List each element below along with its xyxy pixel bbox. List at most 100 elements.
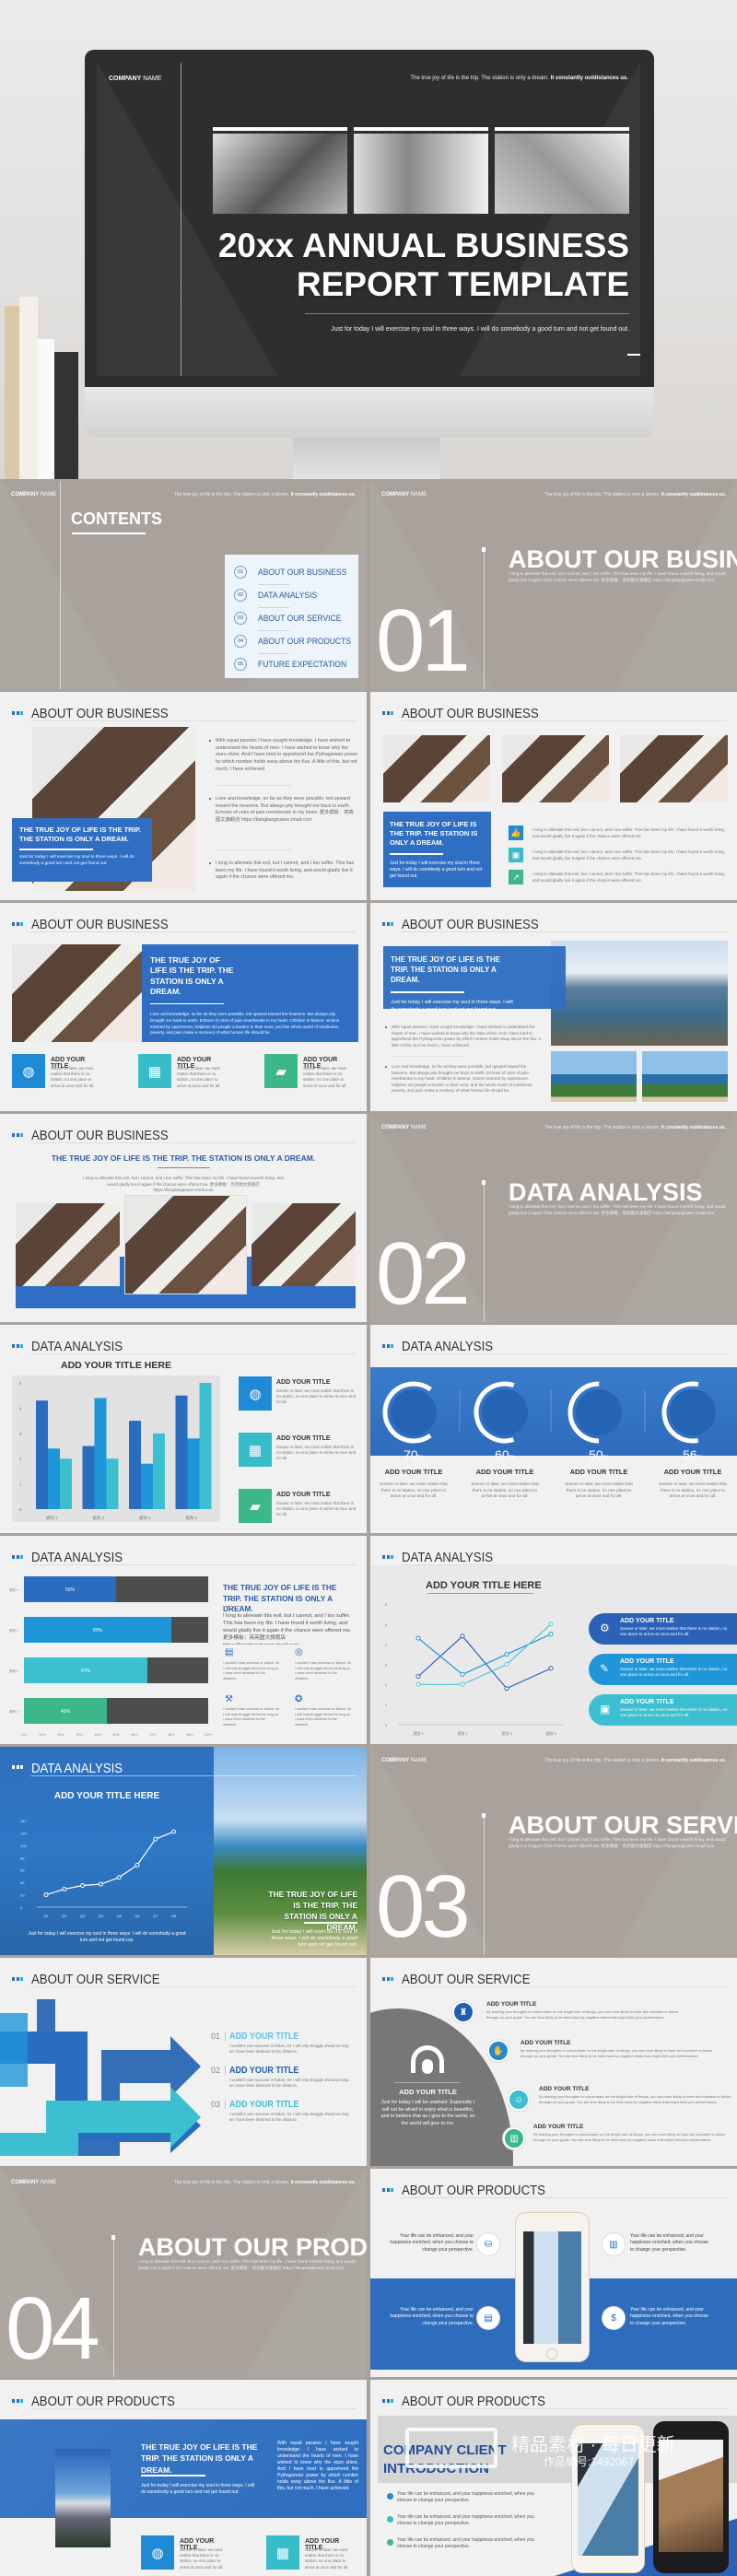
thumbs-up-icon: 👍 bbox=[509, 825, 523, 840]
data-point bbox=[116, 1875, 122, 1880]
slide-header: ABOUT OUR PRODUCTS bbox=[31, 2394, 175, 2409]
bar bbox=[129, 1421, 141, 1509]
slide-section-02[interactable]: COMPANY NAME The true joy of life is the… bbox=[370, 1114, 737, 1322]
slide-business-3[interactable]: ABOUT OUR BUSINESS THE TRUE JOY OF LIFE … bbox=[0, 903, 367, 1111]
header-divider bbox=[401, 2197, 727, 2198]
slide-contents[interactable]: COMPANY NAME The true joy of life is the… bbox=[0, 481, 367, 689]
slide-data-hbar[interactable]: DATA ANALYSIS 50% 类别 4 80% 类别 3 67% 类别 2 45% 类别… bbox=[0, 1536, 367, 1744]
icon-text: I wouldn't care success or failure, for … bbox=[223, 1661, 280, 1680]
item-title: ADD YOUR TITLE bbox=[533, 2124, 584, 2130]
tagline: The true joy of life is the trip. The st… bbox=[410, 76, 628, 81]
header-dots-icon bbox=[382, 1344, 393, 1348]
slide-business-4[interactable]: ABOUT OUR BUSINESS THE TRUE JOY OF LIFE … bbox=[370, 903, 737, 1111]
header-dots-icon bbox=[12, 2399, 23, 2403]
y-tick-label: 2 bbox=[385, 1682, 388, 1687]
header-divider bbox=[30, 720, 357, 721]
progress-value: 60% bbox=[495, 1447, 515, 1462]
header-divider bbox=[401, 720, 727, 721]
slide-products-mountain[interactable]: ABOUT OUR PRODUCTS THE TRUE JOY OF LIFE … bbox=[0, 2380, 367, 2576]
header-dots-icon bbox=[382, 1555, 393, 1559]
bullet-text: Love and knowledge, so far as they were … bbox=[209, 796, 358, 825]
item-label: DATA ANALYSIS bbox=[258, 591, 318, 601]
slide-header: ABOUT OUR SERVICE bbox=[402, 1972, 531, 1987]
header-dots-icon bbox=[12, 1977, 23, 1981]
category-label: 类别 2 bbox=[9, 1669, 18, 1673]
item-number: 01 bbox=[234, 566, 247, 579]
slide-header: DATA ANALYSIS bbox=[31, 1761, 123, 1776]
feature-text: Your life can be enhanced, and your happ… bbox=[630, 2307, 709, 2326]
item-text: By training your thoughts to concentrate… bbox=[521, 2048, 713, 2058]
slide-products-client[interactable]: ABOUT OUR PRODUCTS COMPANY CLIENT INTRODU… bbox=[370, 2380, 737, 2576]
bar bbox=[141, 1463, 153, 1509]
bar bbox=[175, 1395, 188, 1509]
bar bbox=[82, 1446, 95, 1509]
header-dots-icon bbox=[12, 922, 23, 926]
phone-mockup bbox=[515, 2212, 590, 2362]
icon-text: I wouldn't care success or failure, for … bbox=[295, 1707, 352, 1727]
bullet-icon bbox=[387, 2516, 393, 2523]
x-tick-label: 60% bbox=[131, 1733, 137, 1737]
data-point bbox=[135, 1862, 140, 1868]
slide-data-line[interactable]: DATA ANALYSIS ADD YOUR TITLE HERE 0 1 2 3 4 5… bbox=[370, 1536, 737, 1744]
y-tick-label: 100 bbox=[20, 1844, 27, 1848]
y-tick-label: 120 bbox=[20, 1831, 27, 1835]
feature-card: ▰ ADD YOUR TITLE Sooner or later, we mus… bbox=[264, 1054, 357, 1091]
progress-center bbox=[482, 1389, 528, 1435]
y-tick-label: 140 bbox=[20, 1819, 27, 1823]
slide-section-04[interactable]: COMPANY NAME The true joy of life is the… bbox=[0, 2169, 367, 2377]
header-dots-icon bbox=[382, 2188, 393, 2192]
header-divider bbox=[30, 2408, 357, 2409]
icon-text: I wouldn't care success or failure, for … bbox=[295, 1661, 352, 1680]
feature-card: ◍ ADD YOUR TITLE Sooner or later, we mus… bbox=[239, 1376, 358, 1413]
category-label: 类别 3 bbox=[9, 1628, 18, 1633]
header-divider bbox=[30, 1986, 357, 1987]
desk-photo bbox=[16, 1203, 120, 1286]
data-point bbox=[504, 1652, 509, 1657]
bar-chart: 0 1 2 3 4 5 类别 1 类别 2 类别 3 类别 4 bbox=[19, 1381, 212, 1521]
data-point bbox=[460, 1671, 465, 1677]
feature-card: ◍ ADD YOUR TITLE Sooner or later, we mus… bbox=[141, 2535, 233, 2572]
bar-chart-panel: 0 1 2 3 4 5 类别 1 类别 2 类别 3 类别 4 bbox=[12, 1376, 220, 1522]
slide-section-03[interactable]: COMPANY NAME The true joy of life is the… bbox=[370, 1747, 737, 1955]
section-number: 04 bbox=[6, 2279, 100, 2377]
slide-service-semicircle[interactable]: ABOUT OUR SERVICE ADD YOUR TITLE Just fo… bbox=[370, 1958, 737, 2166]
feature-card: ▦ ADD YOUR TITLE Sooner or later, we mus… bbox=[266, 2535, 358, 2572]
chart-caption: Just for today I will exercise my soul i… bbox=[28, 1931, 186, 1943]
slide-business-2[interactable]: ABOUT OUR BUSINESS THE TRUE JOY OF LIFE … bbox=[370, 692, 737, 900]
progress-text: Sooner or later, we must realize that th… bbox=[471, 1481, 539, 1499]
progress-title: ADD YOUR TITLE bbox=[663, 1468, 722, 1476]
cash-icon: ▦ bbox=[239, 1433, 272, 1467]
coast-photo bbox=[551, 1051, 637, 1102]
x-tick-label: 90% bbox=[186, 1733, 193, 1737]
band-heading: THE TRUE JOY OF LIFE IS THE TRIP. THE ST… bbox=[141, 2442, 258, 2475]
slide-data-progress[interactable]: DATA ANALYSIS 70% ADD YOUR TITLE Sooner … bbox=[370, 1325, 737, 1533]
item-label: ABOUT OUR PRODUCTS bbox=[258, 637, 352, 647]
slide-business-5[interactable]: ABOUT OUR BUSINESS THE TRUE JOY OF LIFE … bbox=[0, 1114, 367, 1322]
document-icon: ▤ bbox=[477, 2307, 499, 2329]
feature-text: Your life can be enhanced, and your happ… bbox=[390, 2307, 474, 2326]
item-number: 03 bbox=[234, 612, 247, 625]
bar bbox=[94, 1398, 107, 1509]
slide-business-1[interactable]: ABOUT OUR BUSINESS THE TRUE JOY OF LIFE … bbox=[0, 692, 367, 900]
header-divider bbox=[30, 1353, 357, 1354]
desk-photo bbox=[620, 735, 728, 802]
slide-data-growth[interactable]: DATA ANALYSIS ADD YOUR TITLE HERE 0 20 40 6… bbox=[0, 1747, 367, 1955]
item-label: FUTURE EXPECTATION bbox=[258, 660, 347, 670]
photo-heading: THE TRUE JOY OF LIFE IS THE TRIP. THE ST… bbox=[268, 1890, 357, 1932]
item-number: 05 bbox=[234, 658, 247, 671]
slide-section-01[interactable]: COMPANY NAME The true joy of life is the… bbox=[370, 481, 737, 689]
y-tick-label: 0 bbox=[19, 1507, 22, 1512]
globe-icon: ◍ bbox=[239, 1376, 272, 1411]
data-point bbox=[415, 1635, 421, 1641]
contents-title: CONTENTS bbox=[71, 509, 162, 528]
header-dots-icon bbox=[382, 922, 393, 926]
slide-data-bar-chart[interactable]: DATA ANALYSIS ADD YOUR TITLE HERE 0 1 2 3 4 5… bbox=[0, 1325, 367, 1533]
header-divider bbox=[401, 2408, 727, 2409]
slide-service-arrows[interactable]: ABOUT OUR SERVICE 01 ADD YOUR TITLE I wo… bbox=[0, 1958, 367, 2166]
slide-header: ABOUT OUR BUSINESS bbox=[402, 917, 539, 932]
slide-header: ABOUT OUR PRODUCTS bbox=[402, 2183, 545, 2198]
bullet-icon bbox=[387, 2493, 393, 2500]
slide-products-phone[interactable]: ABOUT OUR PRODUCTS Your life can be enha… bbox=[370, 2169, 737, 2377]
folder-icon: ▰ bbox=[239, 1489, 272, 1523]
client-bullet: Your life can be enhanced, and your happ… bbox=[397, 2491, 534, 2504]
